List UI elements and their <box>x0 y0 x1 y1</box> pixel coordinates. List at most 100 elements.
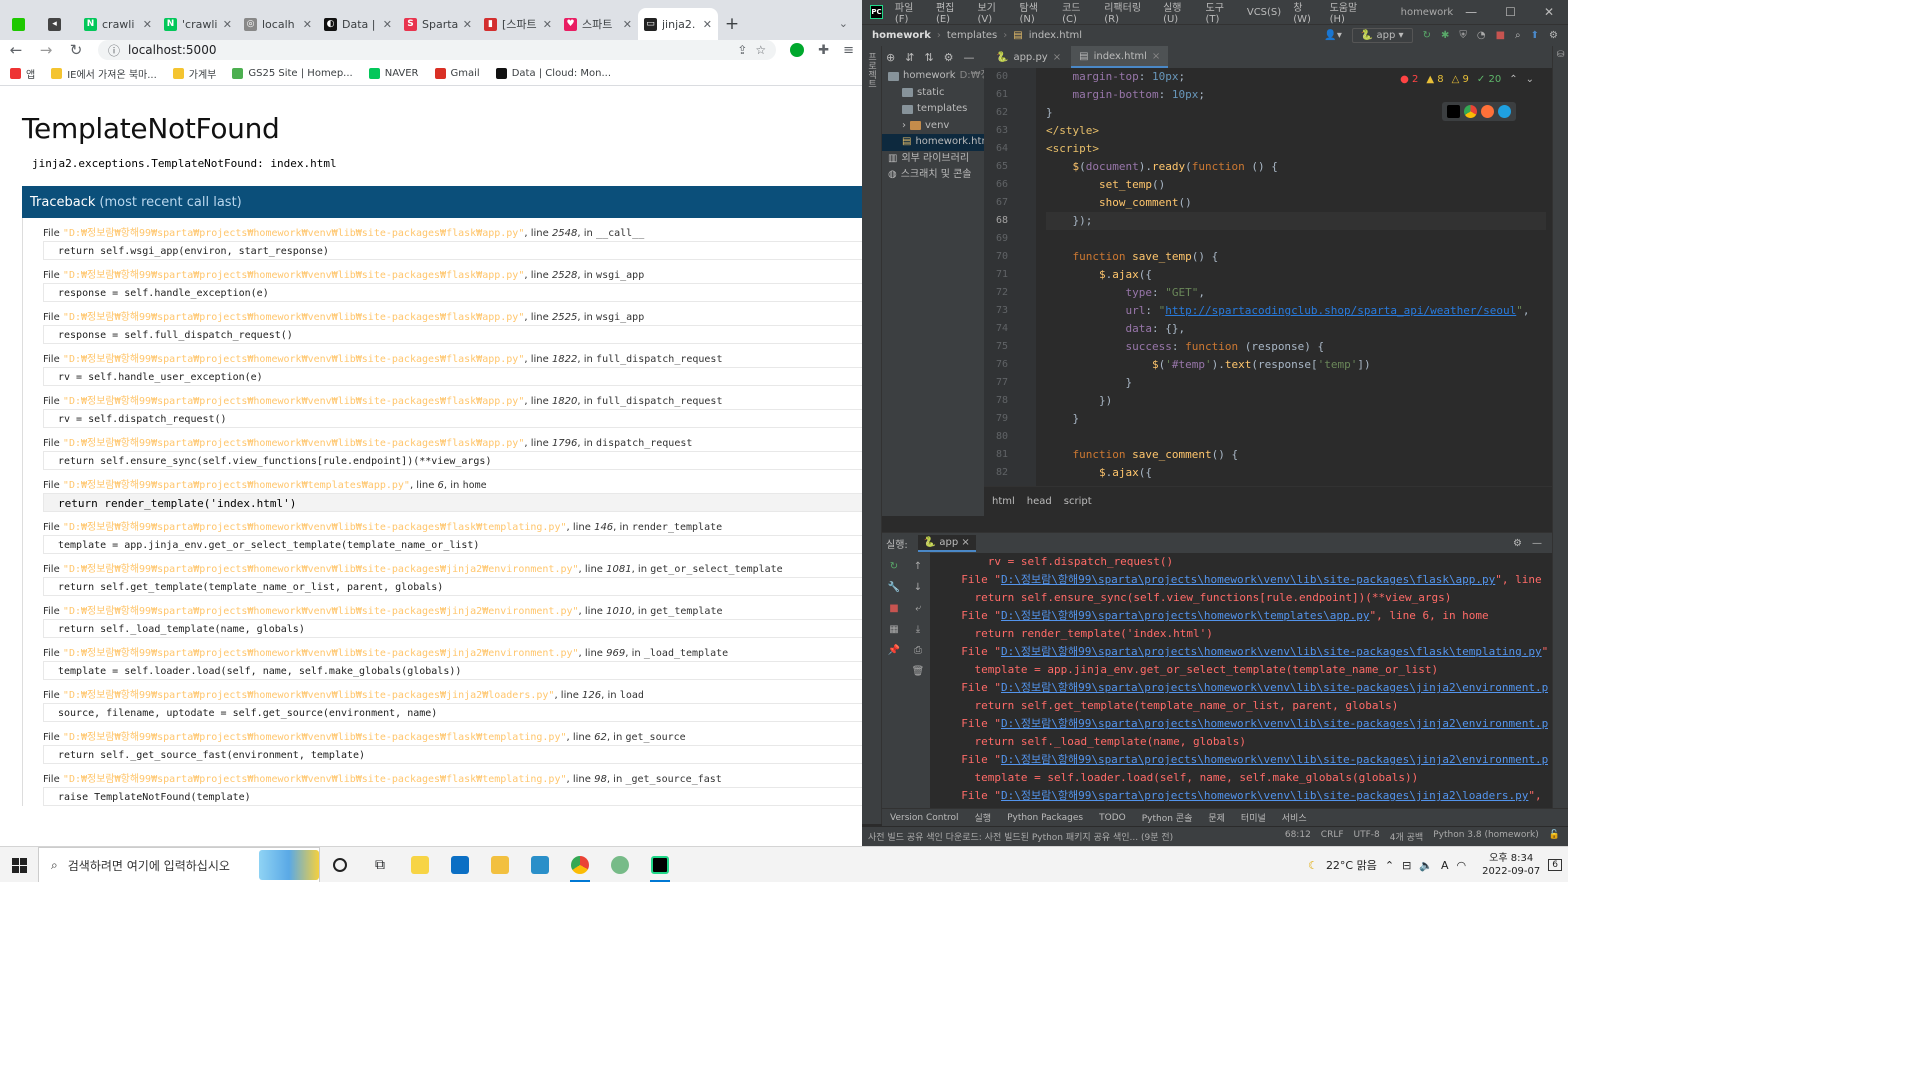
run-console[interactable]: rv = self.dispatch_request() File "D:\정보… <box>948 553 1548 807</box>
tab-close-icon[interactable]: ✕ <box>143 18 152 31</box>
debug-icon[interactable]: ✱ <box>1441 30 1449 41</box>
bottom-tool-item[interactable]: 서비스 <box>1282 811 1307 824</box>
bottom-tool-item[interactable]: 실행 <box>975 811 992 824</box>
pin-icon[interactable]: 📌 <box>888 645 900 656</box>
frame-file[interactable]: "D:₩정보람₩항해99₩sparta₩projects₩homework₩ve… <box>63 564 579 575</box>
frame-source-line[interactable]: response = self.full_dispatch_request() <box>43 325 862 344</box>
tree-item-templates[interactable]: templates <box>882 101 984 118</box>
frame-source-line[interactable]: return self._load_template(name, globals… <box>43 619 862 638</box>
weather-text[interactable]: 22°C 맑음 <box>1326 857 1377 873</box>
ime-icon[interactable]: A <box>1441 859 1449 872</box>
frame-source-line[interactable]: response = self.handle_exception(e) <box>43 283 862 302</box>
lock-icon[interactable]: 🔓 <box>1549 830 1560 843</box>
browser-tab[interactable]: S Sparta ✕ <box>398 8 478 40</box>
hide-icon[interactable]: — <box>964 51 975 64</box>
search-everywhere-icon[interactable]: ⌕ <box>1515 30 1521 41</box>
frame-source-line[interactable]: rv = self.handle_user_exception(e) <box>43 367 862 386</box>
frame-file[interactable]: "D:₩정보람₩항해99₩sparta₩projects₩homework₩ve… <box>63 270 524 281</box>
bookmark-star-icon[interactable]: ☆ <box>755 43 766 57</box>
bottom-tool-item[interactable]: TODO <box>1099 813 1126 823</box>
rerun-icon[interactable]: ↻ <box>1423 30 1431 41</box>
minimize-icon[interactable]: — <box>1465 5 1477 19</box>
frame-file[interactable]: "D:₩정보람₩항해99₩sparta₩projects₩homework₩ve… <box>63 438 524 449</box>
app-badge-icon[interactable] <box>600 847 640 882</box>
editor-tab[interactable]: 🐍 app.py × <box>988 46 1069 68</box>
breadcrumb-item[interactable]: html <box>992 496 1015 507</box>
status-message[interactable]: 사전 빌드 공유 색인 다운로드: 사전 빌드된 Python 패키지 공유 색… <box>868 830 1173 843</box>
bookmark-item[interactable]: 가계부 <box>172 66 216 81</box>
reading-list-icon[interactable]: ≡ <box>843 43 854 58</box>
breadcrumb-item[interactable]: head <box>1027 496 1052 507</box>
bottom-tool-item[interactable]: 터미널 <box>1241 811 1266 824</box>
frame-file[interactable]: "D:₩정보람₩항해99₩sparta₩projects₩homework₩ve… <box>63 312 524 323</box>
tree-item-homework[interactable]: homeworkD:₩정 <box>882 68 984 85</box>
run-config-select[interactable]: 🐍 app ▾ <box>1351 28 1413 43</box>
tray-chevron-icon[interactable]: ⌃ <box>1385 859 1394 872</box>
frame-file[interactable]: "D:₩정보람₩항해99₩sparta₩projects₩homework₩ve… <box>63 690 555 701</box>
trash-icon[interactable]: 🗑 <box>912 666 925 677</box>
file-explorer-icon[interactable] <box>480 847 520 882</box>
task-view-icon[interactable]: ⧉ <box>360 847 400 882</box>
chevron-right-icon[interactable]: › <box>902 118 906 135</box>
frame-file[interactable]: "D:₩정보람₩항해99₩sparta₩projects₩homework₩ve… <box>63 522 567 533</box>
ide-menu-item[interactable]: 보기(V) <box>977 0 1007 25</box>
browser-tab[interactable]: ◐ Data | ✕ <box>318 8 398 40</box>
taskbar-search-box[interactable]: ⌕ 검색하려면 여기에 입력하십시오 <box>38 847 320 882</box>
frame-file[interactable]: "D:₩정보람₩항해99₩sparta₩projects₩homework₩ve… <box>63 732 567 743</box>
run-settings-icon[interactable]: ⚙ <box>1513 538 1522 549</box>
bottom-tool-item[interactable]: Version Control <box>890 813 959 823</box>
console-file-link[interactable]: D:\정보람\항해99\sparta\projects\homework\ven… <box>1001 681 1548 694</box>
bookmark-item[interactable]: NAVER <box>368 68 419 79</box>
code-area[interactable]: margin-top: 10px; margin-bottom: 10px; }… <box>1046 68 1546 486</box>
cortana-icon[interactable] <box>320 847 360 882</box>
tree-item-[interactable]: ▥ 외부 라이브러리 <box>882 151 984 168</box>
network-icon[interactable]: ⊟ <box>1402 859 1411 872</box>
console-file-link[interactable]: D:\정보람\항해99\sparta\projects\homework\ven… <box>1001 717 1548 730</box>
frame-file[interactable]: "D:₩정보람₩항해99₩sparta₩projects₩homework₩ve… <box>63 228 524 239</box>
print-icon[interactable]: ⎙ <box>914 645 922 656</box>
frame-file[interactable]: "D:₩정보람₩항해99₩sparta₩projects₩homework₩ve… <box>63 354 524 365</box>
store-icon[interactable] <box>440 847 480 882</box>
rerun-icon[interactable]: ↻ <box>890 561 898 572</box>
tree-item-homeworkhtml[interactable]: ▤homework.html <box>882 134 984 151</box>
breadcrumb-item[interactable]: script <box>1064 496 1092 507</box>
tab-close-icon[interactable]: × <box>1053 52 1061 63</box>
gear-icon[interactable]: ⚙ <box>944 51 954 64</box>
bottom-tool-item[interactable]: Python Packages <box>1007 813 1083 823</box>
caret-position[interactable]: 68:12 <box>1285 830 1311 843</box>
layout-icon[interactable]: ▦ <box>889 624 898 635</box>
frame-file[interactable]: "D:₩정보람₩항해99₩sparta₩projects₩homework₩ve… <box>63 774 567 785</box>
browser-tab[interactable]: ◎ localh ✕ <box>238 8 318 40</box>
user-icon[interactable]: 👤▾ <box>1324 30 1341 41</box>
frame-source-line[interactable]: source, filename, uptodate = self.get_so… <box>43 703 862 722</box>
bottom-tool-item[interactable]: 문제 <box>1208 811 1225 824</box>
volume-icon[interactable]: 🔈 <box>1419 859 1433 872</box>
extensions-puzzle-icon[interactable]: ✚ <box>818 43 829 58</box>
info-icon[interactable]: ⓘ <box>108 42 120 59</box>
share-icon[interactable]: ⇪ <box>737 43 747 57</box>
console-file-link[interactable]: D:\정보람\항해99\sparta\projects\homework\ven… <box>1001 645 1542 658</box>
edge-browser-icon[interactable] <box>1498 105 1511 118</box>
sticky-notes-icon[interactable] <box>400 847 440 882</box>
tab-close-icon[interactable]: ✕ <box>303 18 312 31</box>
ide-menu-item[interactable]: 파일(F) <box>895 0 924 25</box>
browser-tab[interactable]: ▮ [스파트 ✕ <box>478 8 558 40</box>
run-tab-app[interactable]: 🐍 app × <box>917 534 976 552</box>
tab-close-icon[interactable]: ✕ <box>703 18 712 31</box>
frame-source-line[interactable]: return self.ensure_sync(self.view_functi… <box>43 451 862 470</box>
browser-tab[interactable]: Ncrawli ✕ <box>78 8 158 40</box>
bookmark-item[interactable]: 앱 <box>10 66 35 81</box>
notification-icon[interactable]: 6 <box>1548 859 1562 871</box>
ide-menu-item[interactable]: 탐색(N) <box>1020 0 1051 25</box>
bookmark-item[interactable]: GS25 Site | Homep... <box>232 68 353 79</box>
stop-icon[interactable]: ■ <box>1496 30 1505 41</box>
coverage-icon[interactable]: ⛨ <box>1459 30 1467 41</box>
soft-wrap-icon[interactable]: ⤶ <box>915 603 921 614</box>
wifi-icon[interactable]: ◠ <box>1457 859 1467 872</box>
inspection-widget[interactable]: ● 2 ▲ 8 △ 9 ✓ 20 ⌃ ⌄ <box>1400 74 1534 85</box>
frame-file[interactable]: "D:₩정보람₩항해99₩sparta₩projects₩homework₩ve… <box>63 648 579 659</box>
arrow-up-icon[interactable]: ↑ <box>914 561 922 572</box>
python-interpreter[interactable]: Python 3.8 (homework) <box>1433 830 1539 843</box>
frame-file[interactable]: "D:₩정보람₩항해99₩sparta₩projects₩homework₩ve… <box>63 606 579 617</box>
frame-source-line[interactable]: return self.get_template(template_name_o… <box>43 577 862 596</box>
